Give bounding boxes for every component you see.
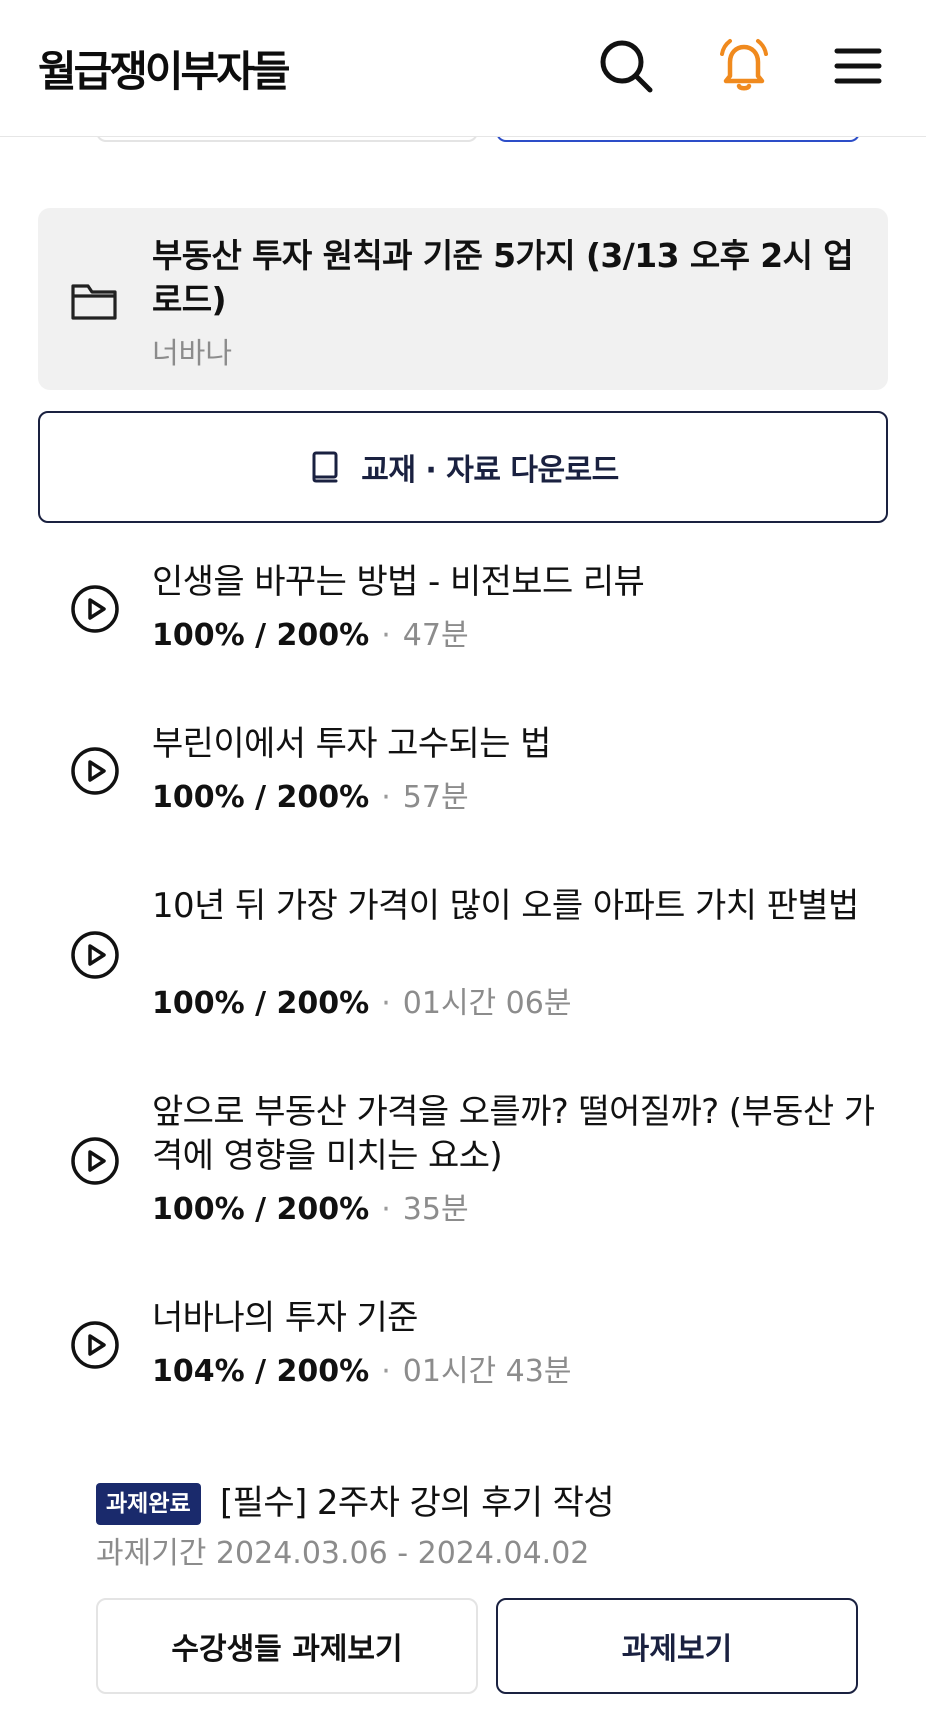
lecture-meta: 100% / 200% · 35분 xyxy=(152,1190,469,1230)
lecture-progress: 100% / 200% xyxy=(152,986,370,1021)
lecture-duration: 01시간 43분 xyxy=(402,1354,572,1389)
lecture-title: 너바나의 투자 기준 xyxy=(152,1298,418,1338)
material-download-button[interactable]: 교재 · 자료 다운로드 xyxy=(38,411,888,523)
lecture-duration: 57분 xyxy=(402,780,469,815)
lecture-progress: 100% / 200% xyxy=(152,780,370,815)
folder-title: 부동산 투자 원칙과 기준 5가지 (3/13 오후 2시 업로드) xyxy=(152,236,854,319)
course-folder-card[interactable]: 부동산 투자 원칙과 기준 5가지 (3/13 오후 2시 업로드) 너바나 xyxy=(38,208,888,390)
meta-separator: · xyxy=(381,1354,391,1389)
lecture-title: 앞으로 부동산 가격을 오를까? 떨어질까? (부동산 가격에 영향을 미치는 … xyxy=(152,1092,875,1176)
folder-icon xyxy=(68,274,120,326)
book-icon xyxy=(312,451,338,483)
lecture-progress: 104% / 200% xyxy=(152,1354,370,1389)
view-others-tasks-button[interactable]: 수강생들 과제보기 xyxy=(96,1598,478,1694)
app-logo[interactable]: 월급쟁이부자들 xyxy=(38,38,290,99)
lecture-progress: 100% / 200% xyxy=(152,1192,370,1227)
lecture-title: 10년 뒤 가장 가격이 많이 오를 아파트 가치 판별법 xyxy=(152,886,859,926)
lecture-meta: 100% / 200% · 01시간 06분 xyxy=(152,984,571,1024)
bell-icon[interactable] xyxy=(714,36,774,96)
lecture-progress: 100% / 200% xyxy=(152,618,370,653)
lecture-duration: 47분 xyxy=(402,618,469,653)
app-header: 월급쟁이부자들 xyxy=(0,0,926,137)
meta-separator: · xyxy=(381,986,391,1021)
view-others-tasks-label: 수강생들 과제보기 xyxy=(171,1632,403,1667)
lecture-title: 부린이에서 투자 고수되는 법 xyxy=(152,724,551,764)
lecture-title: 인생을 바꾸는 방법 - 비전보드 리뷰 xyxy=(152,562,645,602)
search-icon[interactable] xyxy=(596,36,656,96)
task-title: [필수] 2주차 강의 후기 작성 xyxy=(220,1483,615,1523)
lecture-duration: 35분 xyxy=(402,1192,469,1227)
play-icon[interactable] xyxy=(70,746,120,796)
play-icon[interactable] xyxy=(70,1136,120,1186)
play-icon[interactable] xyxy=(70,930,120,980)
view-task-button[interactable]: 과제보기 xyxy=(496,1598,858,1694)
lecture-meta: 100% / 200% · 47분 xyxy=(152,616,469,656)
task-complete-badge: 과제완료 xyxy=(96,1483,201,1525)
play-icon[interactable] xyxy=(70,584,120,634)
lecture-duration: 01시간 06분 xyxy=(402,986,572,1021)
lecture-meta: 100% / 200% · 57분 xyxy=(152,778,469,818)
menu-icon[interactable] xyxy=(828,36,888,96)
meta-separator: · xyxy=(381,780,391,815)
play-icon[interactable] xyxy=(70,1320,120,1370)
lecture-meta: 104% / 200% · 01시간 43분 xyxy=(152,1352,571,1392)
task-period: 과제기간 2024.03.06 - 2024.04.02 xyxy=(96,1536,590,1571)
folder-author: 너바나 xyxy=(152,336,233,370)
download-label: 교재 · 자료 다운로드 xyxy=(361,453,619,488)
meta-separator: · xyxy=(381,1192,391,1227)
view-task-label: 과제보기 xyxy=(621,1632,733,1667)
meta-separator: · xyxy=(381,618,391,653)
